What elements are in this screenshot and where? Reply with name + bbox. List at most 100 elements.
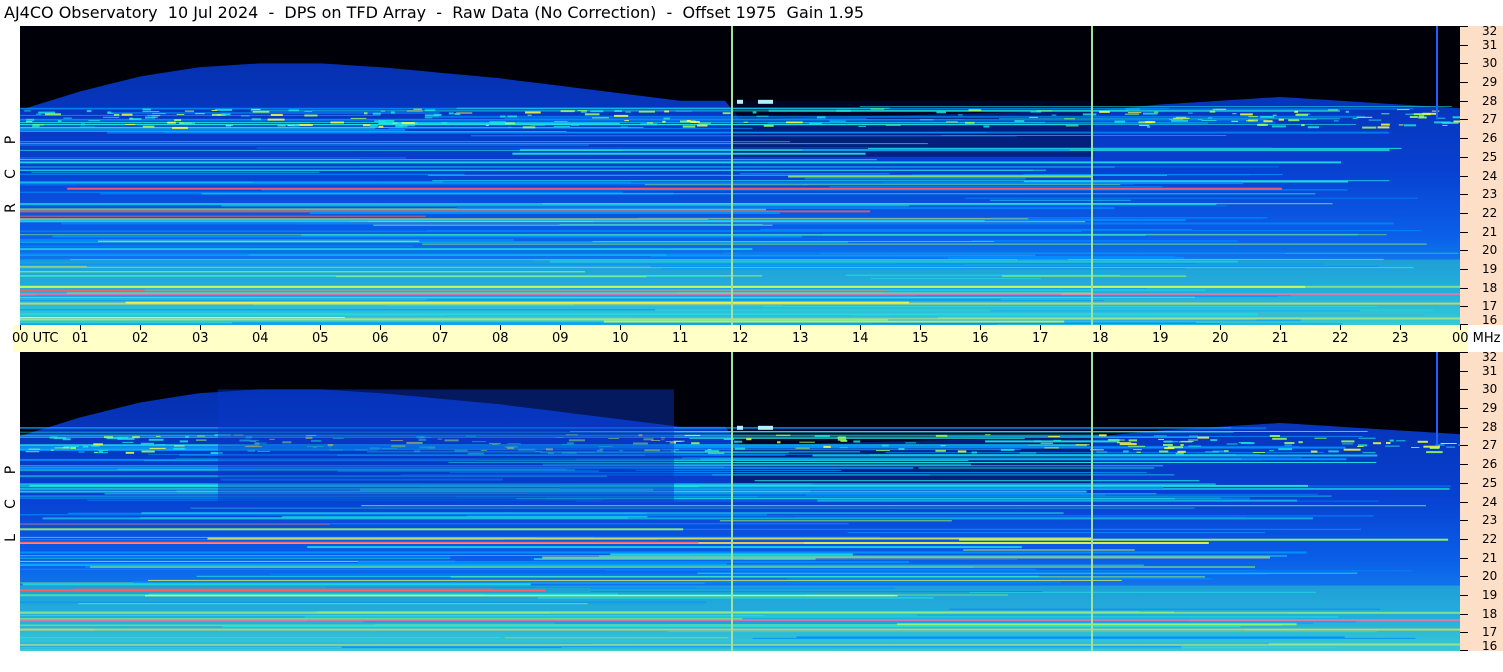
speckle [1163,441,1179,443]
speckle [78,451,85,453]
speckle [584,113,600,116]
speckle [505,122,515,125]
speckle [776,434,791,436]
freq-tick [1460,212,1468,214]
interference-line [426,299,1001,300]
interference-line [871,323,1220,325]
signal-burst [737,99,743,104]
speckle [148,438,164,441]
interference-line [20,263,966,265]
speckle [870,108,885,110]
freq-tick-label: 29 [1482,401,1498,416]
interference-line [896,623,1297,626]
signal-burst [758,99,773,104]
freq-tick-label: 27 [1482,112,1498,127]
interference-line [20,551,1307,554]
speckle [1014,120,1025,123]
speckle [1328,450,1339,453]
interference-line [883,182,1093,185]
interference-line [20,169,1046,171]
interference-line [144,289,1206,291]
speckle [57,120,62,123]
interference-line [425,115,1366,118]
speckle [424,114,439,117]
time-tick [1280,325,1281,330]
speckle [500,115,506,118]
speckle [1240,113,1253,116]
speckle [142,111,160,112]
speckle [370,124,378,127]
speckle [142,125,155,128]
interference-line [802,149,1070,152]
speckle [1272,125,1286,128]
interference-line [20,215,426,217]
lcp-letter-c: C [3,499,19,509]
interference-line [309,212,780,214]
freq-tick-label: 18 [1482,280,1498,295]
freq-tick [1460,231,1468,233]
speckle [1163,444,1173,446]
speckle [1173,117,1190,119]
time-tick [1460,325,1461,330]
interference-line [20,523,849,525]
interference-line [20,267,1414,269]
freq-tick-label: 31 [1482,363,1498,378]
interference-line [190,507,1195,509]
speckle [1153,435,1167,437]
interference-line [752,637,1416,639]
speckle [1000,448,1015,451]
interference-line [592,241,994,242]
interference-line [20,166,1115,168]
speckle [142,108,151,111]
speckle [183,122,195,125]
speckle [1307,126,1319,129]
interference-line [549,260,1238,263]
speckle [185,435,189,438]
speckle [372,112,381,115]
speckle [251,108,261,110]
speckle [63,446,79,448]
time-tick [1400,325,1401,330]
speckle [225,124,233,126]
speckle [424,117,433,119]
interference-line [20,557,450,559]
speckle [777,441,781,444]
speckle [1125,108,1141,110]
freq-tick-label: 27 [1482,438,1498,453]
speckle [704,450,720,453]
freq-tick [1460,408,1468,410]
freq-tick [1460,352,1468,353]
time-tick [860,325,861,330]
time-tick-label: 10 [612,331,629,346]
speckle [682,125,696,128]
speckle [1127,112,1142,114]
speckle [734,447,746,450]
interference-line [20,143,928,145]
speckle [141,450,155,453]
speckle [1288,119,1300,122]
interference-line [963,549,1135,551]
time-tick-label: 12 [732,331,749,346]
speckle [1188,445,1201,447]
speckle [958,114,963,116]
time-tick [800,325,801,330]
speckle [853,440,861,443]
speckle [70,447,76,449]
speckle [1356,116,1373,118]
speckle [1272,114,1277,116]
interference-line [20,536,595,538]
interference-line [164,132,987,134]
speckle [374,120,386,123]
interference-line [20,254,721,255]
speckle [530,124,545,126]
speckle [1352,117,1358,119]
interference-line [668,631,1377,633]
speckle [957,450,967,453]
speckle [1278,118,1284,121]
speckle [267,118,285,121]
speckle [1442,124,1448,126]
freq-tick [1460,650,1468,651]
speckle [707,452,725,454]
speckle [86,110,92,113]
freq-tick-label: 20 [1482,569,1498,584]
